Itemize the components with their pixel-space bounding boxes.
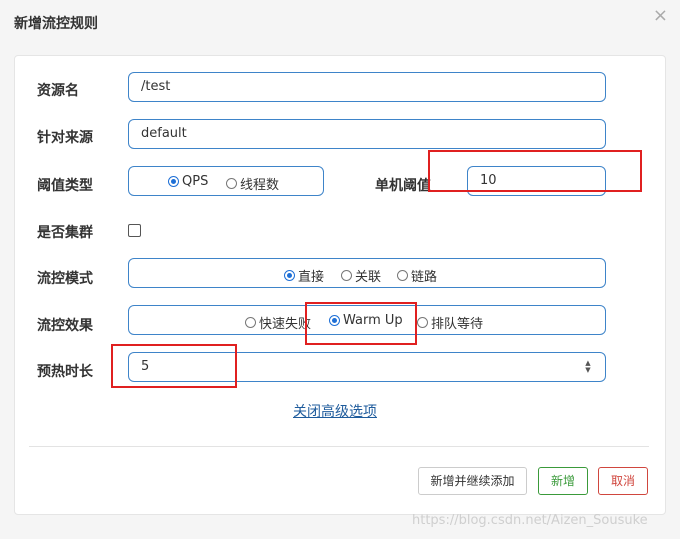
close-icon[interactable]: × [653, 5, 668, 26]
close-advanced-options-link[interactable]: 关闭高级选项 [293, 401, 377, 421]
radio-unselected-icon [245, 317, 256, 328]
highlight-warmup-box [305, 302, 417, 345]
grade-radio-group: QPS 线程数 [128, 166, 324, 196]
strategy-label: 流控模式 [37, 271, 93, 287]
radio-selected-icon [284, 270, 295, 281]
footer-divider [29, 446, 649, 447]
strategy-option-label: 直接 [298, 270, 325, 285]
number-spinner-icon[interactable]: ▲ ▼ [583, 360, 593, 374]
strategy-option-direct[interactable]: 直接 [284, 266, 324, 285]
watermark-text: https://blog.csdn.net/Aizen_Sousuke [412, 513, 648, 528]
resource-name-label: 资源名 [37, 83, 79, 99]
grade-option-label: QPS [182, 174, 209, 189]
radio-unselected-icon [417, 317, 428, 328]
strategy-option-label: 链路 [411, 270, 438, 285]
grade-option-thread[interactable]: 线程数 [226, 174, 279, 193]
strategy-radio-group: 直接 关联 链路 [128, 258, 606, 288]
strategy-option-label: 关联 [355, 270, 382, 285]
limit-app-label: 针对来源 [37, 130, 93, 146]
add-and-continue-button[interactable]: 新增并继续添加 [418, 467, 527, 495]
behavior-option-label: 排队等待 [431, 317, 484, 332]
dialog-title: 新增流控规则 [14, 16, 98, 32]
behavior-option-fast-fail[interactable]: 快速失败 [245, 313, 311, 332]
limit-app-input[interactable]: default [128, 119, 606, 149]
radio-unselected-icon [397, 270, 408, 281]
highlight-threshold-box [428, 150, 642, 192]
resource-name-input[interactable]: /test [128, 72, 606, 102]
cluster-label: 是否集群 [37, 225, 93, 241]
strategy-option-relate[interactable]: 关联 [341, 266, 381, 285]
flow-rule-dialog: 新增流控规则 × 资源名 /test 针对来源 default 阈值类型 QPS… [0, 0, 680, 539]
add-button[interactable]: 新增 [538, 467, 588, 495]
dialog-header: 新增流控规则 × [0, 0, 680, 44]
behavior-option-label: 快速失败 [259, 317, 312, 332]
grade-option-qps[interactable]: QPS [168, 174, 208, 189]
behavior-option-queue[interactable]: 排队等待 [417, 313, 483, 332]
cluster-checkbox[interactable] [128, 224, 141, 237]
grade-label: 阈值类型 [37, 178, 93, 194]
radio-unselected-icon [226, 178, 237, 189]
radio-selected-icon [168, 176, 179, 187]
strategy-option-chain[interactable]: 链路 [397, 266, 437, 285]
radio-unselected-icon [341, 270, 352, 281]
highlight-warmup-period-box [111, 344, 237, 388]
control-behavior-label: 流控效果 [37, 318, 93, 334]
warmup-label: 预热时长 [37, 364, 93, 380]
grade-option-label: 线程数 [240, 178, 280, 193]
threshold-label: 单机阈值 [375, 178, 431, 194]
cancel-button[interactable]: 取消 [598, 467, 648, 495]
